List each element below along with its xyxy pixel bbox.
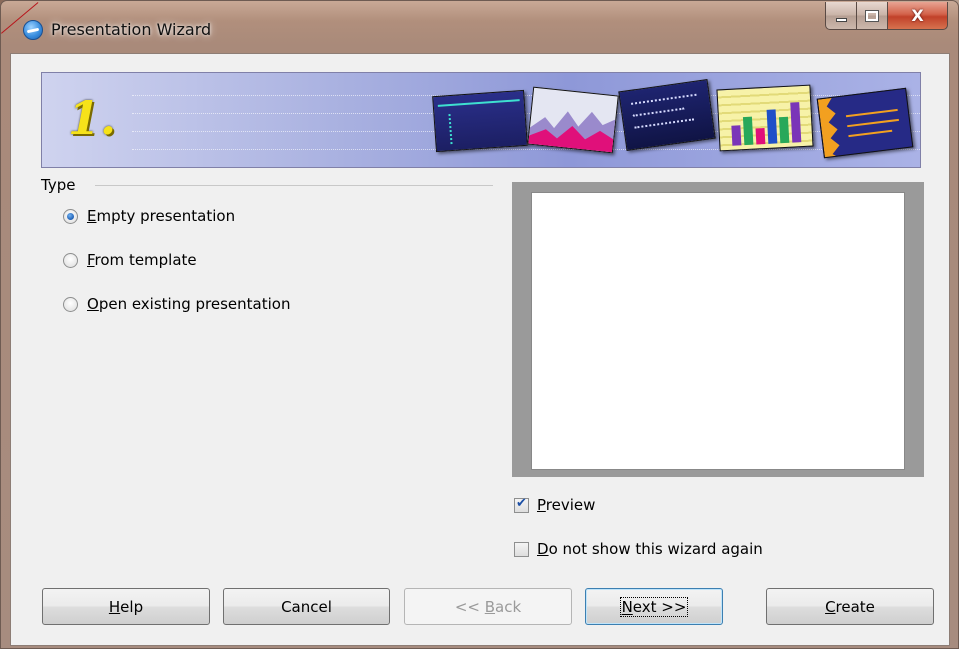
radio-button-selected[interactable] bbox=[63, 208, 78, 224]
minimize-icon bbox=[835, 18, 847, 22]
presentation-wizard-window: Presentation Wizard X 1. Type Empty pres… bbox=[0, 0, 959, 649]
close-icon: X bbox=[911, 6, 924, 25]
create-button-label: Create bbox=[825, 597, 875, 616]
close-button[interactable]: X bbox=[888, 2, 948, 30]
back-button-label: << Back bbox=[454, 597, 522, 616]
radio-open-existing-presentation[interactable]: Open existing presentation bbox=[63, 295, 290, 313]
type-group-label: Type bbox=[41, 176, 76, 194]
preview-checkbox-row[interactable]: Preview bbox=[514, 496, 595, 514]
type-group-divider bbox=[95, 185, 493, 186]
radio-from-template[interactable]: From template bbox=[63, 251, 197, 269]
step-number: 1. bbox=[68, 91, 117, 145]
preview-checkbox[interactable] bbox=[514, 496, 529, 513]
do-not-show-checkbox-row[interactable]: Do not show this wizard again bbox=[514, 540, 763, 558]
radio-label: Empty presentation bbox=[87, 207, 236, 225]
do-not-show-checkbox[interactable] bbox=[514, 541, 529, 557]
slide-thumbnail-bar-chart-icon bbox=[716, 84, 814, 152]
cancel-button-label: Cancel bbox=[281, 597, 332, 616]
banner-line bbox=[132, 149, 920, 150]
next-button-label: Next >> bbox=[619, 596, 689, 617]
preview-canvas bbox=[531, 192, 905, 470]
radio-empty-presentation[interactable]: Empty presentation bbox=[63, 207, 235, 225]
back-button[interactable]: << Back bbox=[404, 588, 572, 625]
slide-thumbnail-list-icon bbox=[618, 79, 716, 151]
maximize-icon bbox=[865, 9, 879, 22]
title-bar[interactable]: Presentation Wizard X bbox=[1, 1, 958, 53]
app-logo-icon bbox=[23, 20, 43, 40]
slide-thumbnail-outline-icon bbox=[432, 89, 528, 153]
help-button-label: Help bbox=[108, 597, 144, 616]
radio-label: Open existing presentation bbox=[87, 295, 291, 313]
dialog-body: 1. Type Empty presentation From template… bbox=[10, 53, 950, 646]
next-button[interactable]: Next >> bbox=[585, 588, 723, 625]
minimize-button[interactable] bbox=[825, 2, 857, 30]
slide-thumbnail-area-chart-icon bbox=[527, 86, 619, 154]
maximize-button[interactable] bbox=[857, 2, 888, 30]
do-not-show-label: Do not show this wizard again bbox=[537, 540, 763, 558]
preview-label: Preview bbox=[537, 496, 596, 514]
window-title: Presentation Wizard bbox=[51, 20, 212, 39]
preview-frame bbox=[512, 182, 924, 477]
cancel-button[interactable]: Cancel bbox=[223, 588, 390, 625]
help-button[interactable]: Help bbox=[42, 588, 210, 625]
wizard-banner: 1. bbox=[41, 72, 921, 168]
slide-thumbnail-text-icon bbox=[816, 87, 914, 159]
window-controls: X bbox=[825, 2, 948, 30]
create-button[interactable]: Create bbox=[766, 588, 934, 625]
radio-button[interactable] bbox=[63, 296, 78, 312]
radio-button[interactable] bbox=[63, 252, 78, 268]
radio-label: From template bbox=[87, 251, 197, 269]
